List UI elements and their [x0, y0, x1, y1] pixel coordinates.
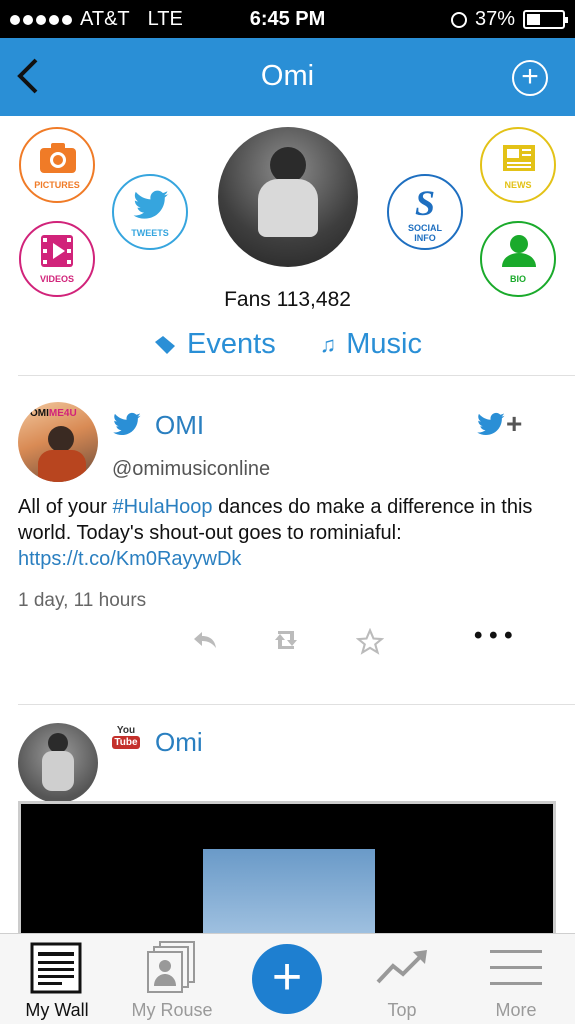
tab-my-wall[interactable]: My Wall [12, 934, 102, 1025]
battery-percent: 37% [474, 8, 515, 30]
post-text-part: All of your [18, 496, 113, 518]
news-label: NEWS [504, 180, 532, 190]
post-actions: • • • [0, 622, 575, 672]
music-note-icon: ♫ [319, 331, 337, 357]
film-icon [41, 235, 73, 267]
twitter-bird-icon [133, 190, 169, 219]
fans-count: Fans 113,482 [224, 288, 351, 311]
youtube-icon-text-top: You [116, 725, 136, 736]
post-avatar[interactable]: OMIME4U [18, 402, 98, 482]
cards-icon [147, 941, 195, 993]
navigation-bar: Omi + [0, 38, 575, 116]
tab-bar: My Wall My Rouse + Top More [0, 933, 575, 1024]
post-author-name[interactable]: Omi [155, 727, 203, 758]
tweet-post: OMIME4U OMI + @omimusiconline All of you… [0, 376, 575, 704]
pictures-label: PICTURES [34, 180, 80, 190]
camera-icon [40, 143, 76, 173]
compose-button[interactable]: + [252, 944, 322, 1014]
youtube-post: You Tube Omi [0, 705, 575, 933]
videos-label: VIDEOS [39, 274, 74, 284]
person-icon [502, 235, 536, 267]
url-link[interactable]: https://t.co/Km0RayywDk [18, 548, 241, 570]
music-link[interactable]: ♫ Music [320, 328, 422, 361]
follow-button[interactable]: + [476, 408, 528, 440]
tag-icon [155, 335, 176, 354]
twitter-icon [113, 412, 141, 435]
tweets-label: TWEETS [131, 228, 169, 238]
tab-top[interactable]: Top [362, 934, 442, 1025]
page-title: Omi [260, 60, 315, 92]
newspaper-icon [503, 145, 535, 171]
social-s-icon: S [414, 183, 436, 223]
post-timestamp: 1 day, 11 hours [18, 590, 147, 611]
avatar-head [270, 147, 306, 183]
post-handle: @omimusiconline [112, 458, 271, 480]
star-icon [355, 627, 385, 655]
avatar-text-omi: OMI [30, 408, 49, 419]
post-author-name[interactable]: OMI [155, 410, 204, 441]
bio-label: BIO [509, 274, 526, 284]
pictures-button[interactable]: PICTURES [19, 127, 95, 203]
tab-my-rouse[interactable]: My Rouse [126, 934, 218, 1025]
menu-icon [490, 950, 542, 985]
tab-more[interactable]: More [476, 934, 556, 1025]
social-info-label-top: SOCIAL [407, 223, 442, 233]
twitter-follow-icon [477, 412, 505, 435]
tab-my-wall-label: My Wall [25, 1000, 89, 1020]
music-label: Music [346, 328, 422, 360]
events-link[interactable]: Events [153, 328, 276, 361]
social-info-label-bottom: INFO [414, 233, 436, 243]
events-label: Events [187, 328, 276, 360]
video-player[interactable] [18, 801, 556, 933]
video-thumbnail [203, 849, 375, 933]
tab-more-label: More [495, 1000, 537, 1020]
wall-icon [30, 942, 82, 994]
trending-icon [376, 950, 427, 984]
avatar-text-me4u: ME4U [48, 408, 77, 419]
post-text: All of your #HulaHoop dances do make a d… [18, 494, 558, 572]
tweets-button[interactable]: TWEETS [112, 174, 188, 250]
add-button[interactable]: + [512, 60, 548, 96]
more-options-button[interactable]: • • • [474, 622, 534, 656]
hashtag-link[interactable]: #HulaHoop [112, 496, 212, 518]
reply-button[interactable] [192, 628, 226, 662]
favorite-button[interactable] [355, 627, 390, 662]
youtube-icon-text-bottom: Tube [112, 736, 140, 749]
news-button[interactable]: NEWS [480, 127, 556, 203]
battery-icon [523, 10, 568, 29]
status-bar: AT&T LTE 6:45 PM 37% [0, 0, 575, 38]
alarm-icon [450, 11, 467, 28]
tab-my-rouse-label: My Rouse [131, 1000, 213, 1020]
profile-avatar[interactable] [218, 127, 358, 267]
retweet-icon [275, 631, 297, 649]
avatar-body [258, 179, 318, 237]
tab-top-label: Top [387, 1000, 417, 1020]
plus-icon: + [506, 408, 523, 439]
retweet-button[interactable] [272, 628, 306, 662]
post-avatar[interactable] [18, 723, 98, 803]
bio-button[interactable]: BIO [480, 221, 556, 297]
reply-icon [194, 632, 216, 648]
profile-header: PICTURES TWEETS VIDEOS S SOCIAL INFO NEW… [0, 116, 575, 376]
youtube-icon: You Tube [112, 725, 140, 753]
videos-button[interactable]: VIDEOS [19, 221, 95, 297]
social-info-button[interactable]: S SOCIAL INFO [387, 174, 463, 250]
